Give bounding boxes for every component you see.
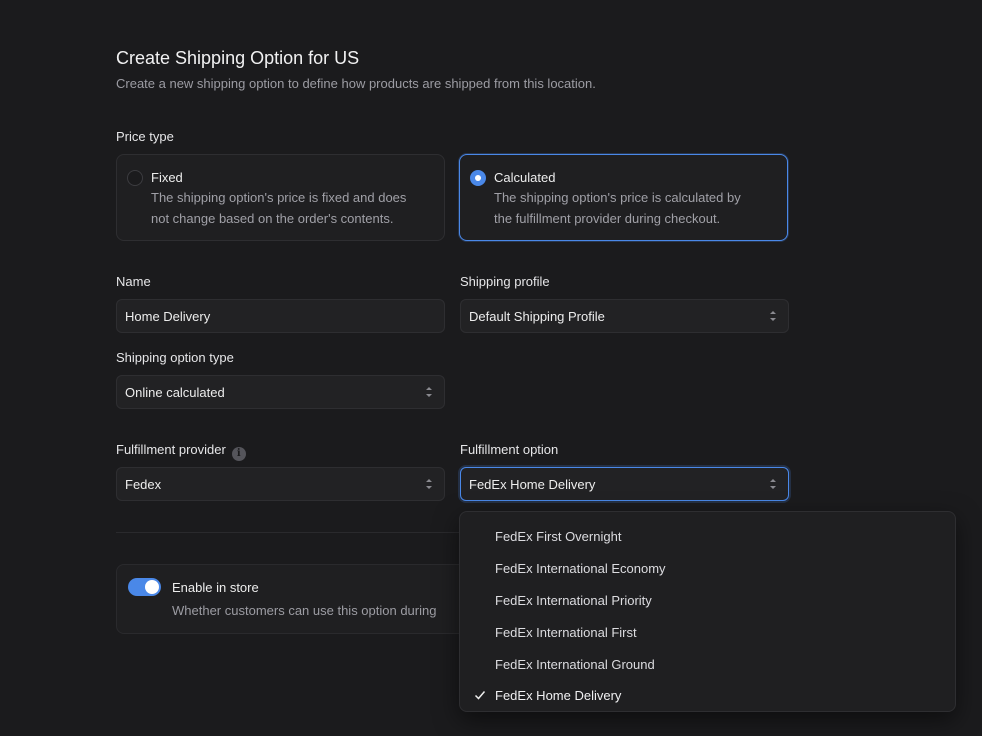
page-subtitle: Create a new shipping option to define h… [116,76,596,91]
fixed-description: The shipping option's price is fixed and… [151,190,407,226]
fixed-title: Fixed [151,170,183,185]
fulfillment-option-value: FedEx Home Delivery [469,476,596,492]
shipping-option-type-select[interactable]: Online calculated [116,375,445,409]
dropdown-option[interactable]: FedEx International Priority [460,585,955,617]
fulfillment-option-dropdown: FedEx First Overnight FedEx Internationa… [459,511,956,712]
name-label: Name [116,274,151,289]
shipping-option-type-label: Shipping option type [116,350,234,365]
chevron-up-down-icon [770,479,776,489]
info-icon[interactable]: i [231,447,246,461]
price-type-calculated-card[interactable]: Calculated The shipping option's price i… [459,154,788,241]
shipping-option-type-value: Online calculated [125,384,225,400]
enable-in-store-toggle[interactable] [128,578,161,596]
shipping-profile-label: Shipping profile [460,274,550,289]
page-title: Create Shipping Option for US [116,48,360,68]
name-value: Home Delivery [125,308,211,324]
dropdown-option[interactable]: FedEx International First [460,616,955,648]
dropdown-option[interactable]: FedEx International Economy [460,553,955,585]
fulfillment-provider-select[interactable]: Fedex [116,467,445,501]
chevron-up-down-icon [426,479,432,489]
calculated-description: The shipping option's price is calculate… [494,190,741,226]
price-type-label: Price type [116,129,174,144]
enable-in-store-description: Whether customers can use this option du… [172,603,437,618]
calculated-radio[interactable] [470,170,486,186]
fulfillment-option-label: Fulfillment option [460,442,559,457]
dropdown-option[interactable]: FedEx International Ground [460,648,955,680]
dropdown-option-selected[interactable]: FedEx Home Delivery [460,680,955,712]
fulfillment-option-select[interactable]: FedEx Home Delivery [460,467,789,501]
chevron-up-down-icon [770,311,776,321]
enable-in-store-title: Enable in store [172,580,259,595]
shipping-profile-select[interactable]: Default Shipping Profile [460,299,789,333]
checkmark-icon [474,690,486,700]
name-input[interactable]: Home Delivery [116,299,445,333]
fulfillment-provider-value: Fedex [125,476,162,492]
calculated-title: Calculated [494,170,556,185]
price-type-fixed-card[interactable]: Fixed The shipping option's price is fix… [116,154,445,241]
fixed-radio[interactable] [127,170,143,186]
fulfillment-provider-label: Fulfillment provider i [116,442,246,461]
dropdown-option[interactable]: FedEx First Overnight [460,521,955,553]
chevron-up-down-icon [426,387,432,397]
shipping-profile-value: Default Shipping Profile [469,308,605,324]
